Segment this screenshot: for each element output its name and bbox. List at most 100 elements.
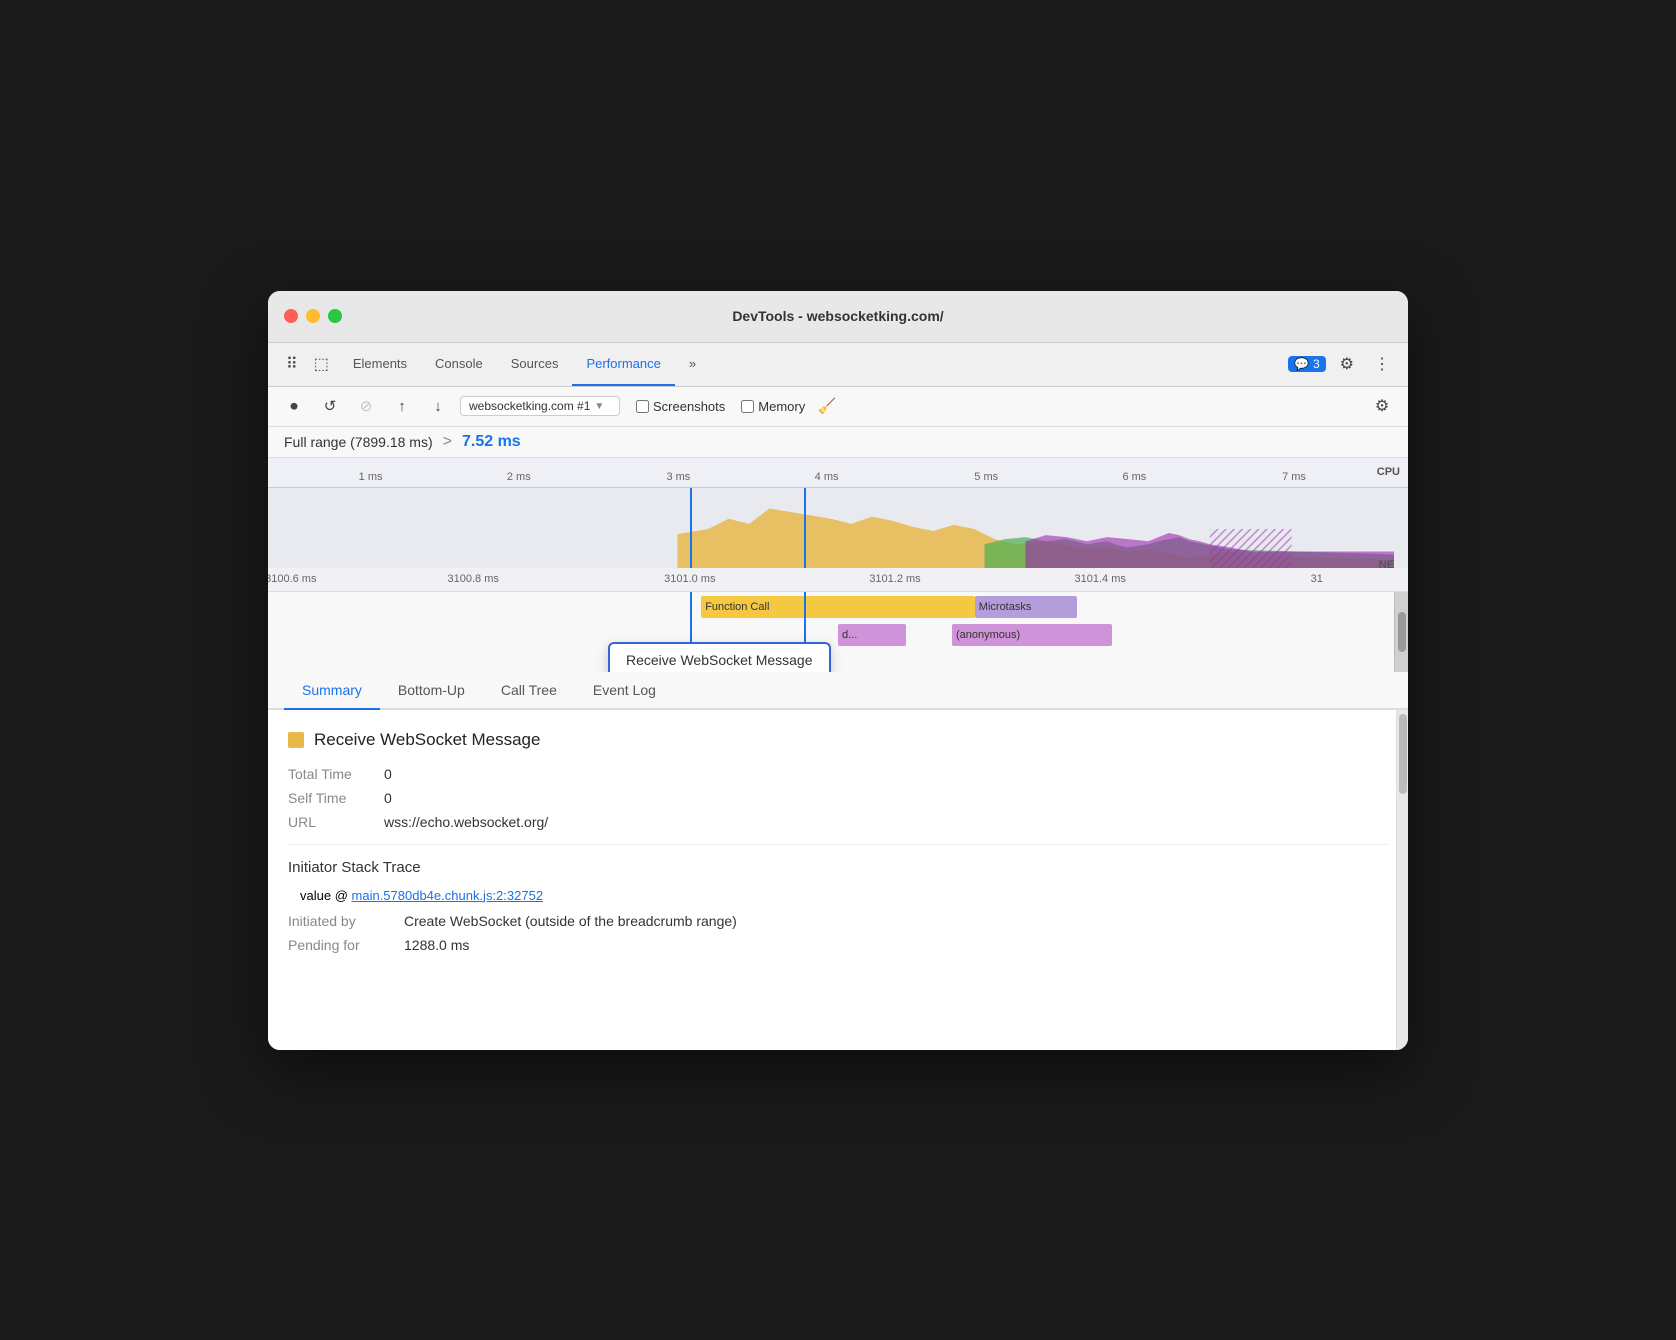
stack-trace-row: value @ main.5780db4e.chunk.js:2:32752 xyxy=(288,888,1388,903)
scrollbar-thumb[interactable] xyxy=(1398,612,1406,652)
ruler-tick-7ms: 7 ms xyxy=(1282,471,1306,483)
more-options-button[interactable]: ⋮ xyxy=(1368,350,1396,378)
screenshots-label: Screenshots xyxy=(653,399,725,414)
url-row: URL wss://echo.websocket.org/ xyxy=(288,814,1388,830)
upload-button[interactable]: ↑ xyxy=(388,392,416,420)
flame-block-function-call[interactable]: Function Call xyxy=(701,596,975,618)
download-button[interactable]: ↓ xyxy=(424,392,452,420)
full-range-label: Full range (7899.18 ms) xyxy=(284,434,433,450)
maximize-button[interactable] xyxy=(328,309,342,323)
window-title: DevTools - websocketking.com/ xyxy=(732,308,943,324)
panel-scrollbar-thumb[interactable] xyxy=(1399,714,1407,794)
initiated-by-row: Initiated by Create WebSocket (outside o… xyxy=(288,913,1388,929)
range-separator: > xyxy=(443,433,452,451)
badge-count: 3 xyxy=(1313,357,1320,371)
pending-for-label: Pending for xyxy=(288,937,388,953)
url-selector-label: websocketking.com #1 xyxy=(469,399,590,413)
timeline-ruler: 1 ms 2 ms 3 ms 4 ms 5 ms 6 ms 7 ms CPU xyxy=(268,458,1408,488)
cpu-label: CPU xyxy=(1377,466,1400,478)
tab-sources[interactable]: Sources xyxy=(497,342,573,386)
tooltip: Receive WebSocket Message xyxy=(608,642,831,672)
stack-link[interactable]: main.5780db4e.chunk.js:2:32752 xyxy=(352,888,544,903)
clear-button[interactable]: ⊘ xyxy=(352,392,380,420)
initiator-section-title: Initiator Stack Trace xyxy=(288,859,1388,876)
ruler-tick-2ms: 2 ms xyxy=(507,471,531,483)
flame-time-labels: 3100.6 ms 3100.8 ms 3101.0 ms 3101.2 ms … xyxy=(268,568,1408,592)
url-label: URL xyxy=(288,814,368,830)
timeline-area[interactable]: 1 ms 2 ms 3 ms 4 ms 5 ms 6 ms 7 ms CPU xyxy=(268,458,1408,672)
brush-button[interactable]: 🧹 xyxy=(813,392,841,420)
capture-settings-button[interactable]: ⚙ xyxy=(1368,392,1396,420)
panel-scrollbar[interactable] xyxy=(1396,710,1408,1050)
summary-event-title: Receive WebSocket Message xyxy=(288,730,1388,750)
chevron-down-icon: ▼ xyxy=(594,401,604,412)
refresh-record-button[interactable]: ↺ xyxy=(316,392,344,420)
self-time-value: 0 xyxy=(384,790,392,806)
flame-block-anonymous[interactable]: (anonymous) xyxy=(952,624,1112,646)
time-label-3: 3101.0 ms xyxy=(664,573,715,585)
screenshots-checkbox[interactable] xyxy=(636,400,649,413)
title-bar: DevTools - websocketking.com/ xyxy=(268,291,1408,343)
tab-performance[interactable]: Performance xyxy=(572,342,674,386)
devtools-window: DevTools - websocketking.com/ ⠿ ⬚ Elemen… xyxy=(268,291,1408,1050)
toolbar-right: 💬 3 ⚙ ⋮ xyxy=(1288,350,1396,378)
self-time-label: Self Time xyxy=(288,790,368,806)
cpu-net-chart[interactable]: NET xyxy=(268,488,1408,568)
flame-rows[interactable]: Function Call Microtasks d... (anonymous… xyxy=(268,592,1408,672)
settings-button[interactable]: ⚙ xyxy=(1334,350,1360,378)
total-time-label: Total Time xyxy=(288,766,368,782)
tab-more[interactable]: » xyxy=(675,342,710,386)
event-color-icon xyxy=(288,732,304,748)
ruler-tick-5ms: 5 ms xyxy=(974,471,998,483)
range-bar: Full range (7899.18 ms) > 7.52 ms xyxy=(268,427,1408,458)
time-label-6: 31 xyxy=(1311,573,1323,585)
pending-for-value: 1288.0 ms xyxy=(404,937,469,953)
time-label-1: 3100.6 ms xyxy=(268,573,316,585)
flame-block-d[interactable]: d... xyxy=(838,624,906,646)
total-time-row: Total Time 0 xyxy=(288,766,1388,782)
nav-tabs: Elements Console Sources Performance » xyxy=(339,342,1284,386)
time-label-2: 3100.8 ms xyxy=(448,573,499,585)
self-time-row: Self Time 0 xyxy=(288,790,1388,806)
tab-elements[interactable]: Elements xyxy=(339,342,421,386)
sub-toolbar: ⏺ ↺ ⊘ ↑ ↓ websocketking.com #1 ▼ Screens… xyxy=(268,387,1408,427)
nav-toolbar: ⠿ ⬚ Elements Console Sources Performance… xyxy=(268,343,1408,387)
range-highlight: 7.52 ms xyxy=(462,433,521,451)
device-toolbar-button[interactable]: ⬚ xyxy=(308,350,335,378)
summary-panel-wrapper: Receive WebSocket Message Total Time 0 S… xyxy=(268,710,1408,1050)
ruler-tick-6ms: 6 ms xyxy=(1122,471,1146,483)
flame-block-microtasks[interactable]: Microtasks xyxy=(975,596,1078,618)
ruler-tick-3ms: 3 ms xyxy=(666,471,690,483)
timeline-marker-right xyxy=(804,488,806,568)
inspect-element-button[interactable]: ⠿ xyxy=(280,350,304,378)
memory-label: Memory xyxy=(758,399,805,414)
chat-icon: 💬 xyxy=(1294,357,1309,371)
timeline-scrollbar[interactable] xyxy=(1394,592,1408,672)
record-button[interactable]: ⏺ xyxy=(280,392,308,420)
tooltip-text: Receive WebSocket Message xyxy=(626,652,813,668)
stack-prefix: value @ xyxy=(300,888,348,903)
feedback-badge[interactable]: 💬 3 xyxy=(1288,356,1326,372)
tab-summary[interactable]: Summary xyxy=(284,672,380,710)
memory-checkbox[interactable] xyxy=(741,400,754,413)
svg-text:NET: NET xyxy=(1379,558,1394,567)
url-selector[interactable]: websocketking.com #1 ▼ xyxy=(460,396,620,416)
total-time-value: 0 xyxy=(384,766,392,782)
ruler-tick-1ms: 1 ms xyxy=(359,471,383,483)
tab-call-tree[interactable]: Call Tree xyxy=(483,672,575,710)
close-button[interactable] xyxy=(284,309,298,323)
cpu-chart-svg: NET xyxy=(268,488,1394,568)
time-label-4: 3101.2 ms xyxy=(869,573,920,585)
bottom-tabs: Summary Bottom-Up Call Tree Event Log xyxy=(268,672,1408,710)
minimize-button[interactable] xyxy=(306,309,320,323)
event-title-text: Receive WebSocket Message xyxy=(314,730,540,750)
traffic-lights xyxy=(284,309,342,323)
summary-divider xyxy=(288,844,1388,845)
url-value: wss://echo.websocket.org/ xyxy=(384,814,548,830)
time-label-5: 3101.4 ms xyxy=(1075,573,1126,585)
pending-for-row: Pending for 1288.0 ms xyxy=(288,937,1388,953)
ruler-tick-4ms: 4 ms xyxy=(815,471,839,483)
tab-event-log[interactable]: Event Log xyxy=(575,672,674,710)
tab-console[interactable]: Console xyxy=(421,342,497,386)
tab-bottom-up[interactable]: Bottom-Up xyxy=(380,672,483,710)
